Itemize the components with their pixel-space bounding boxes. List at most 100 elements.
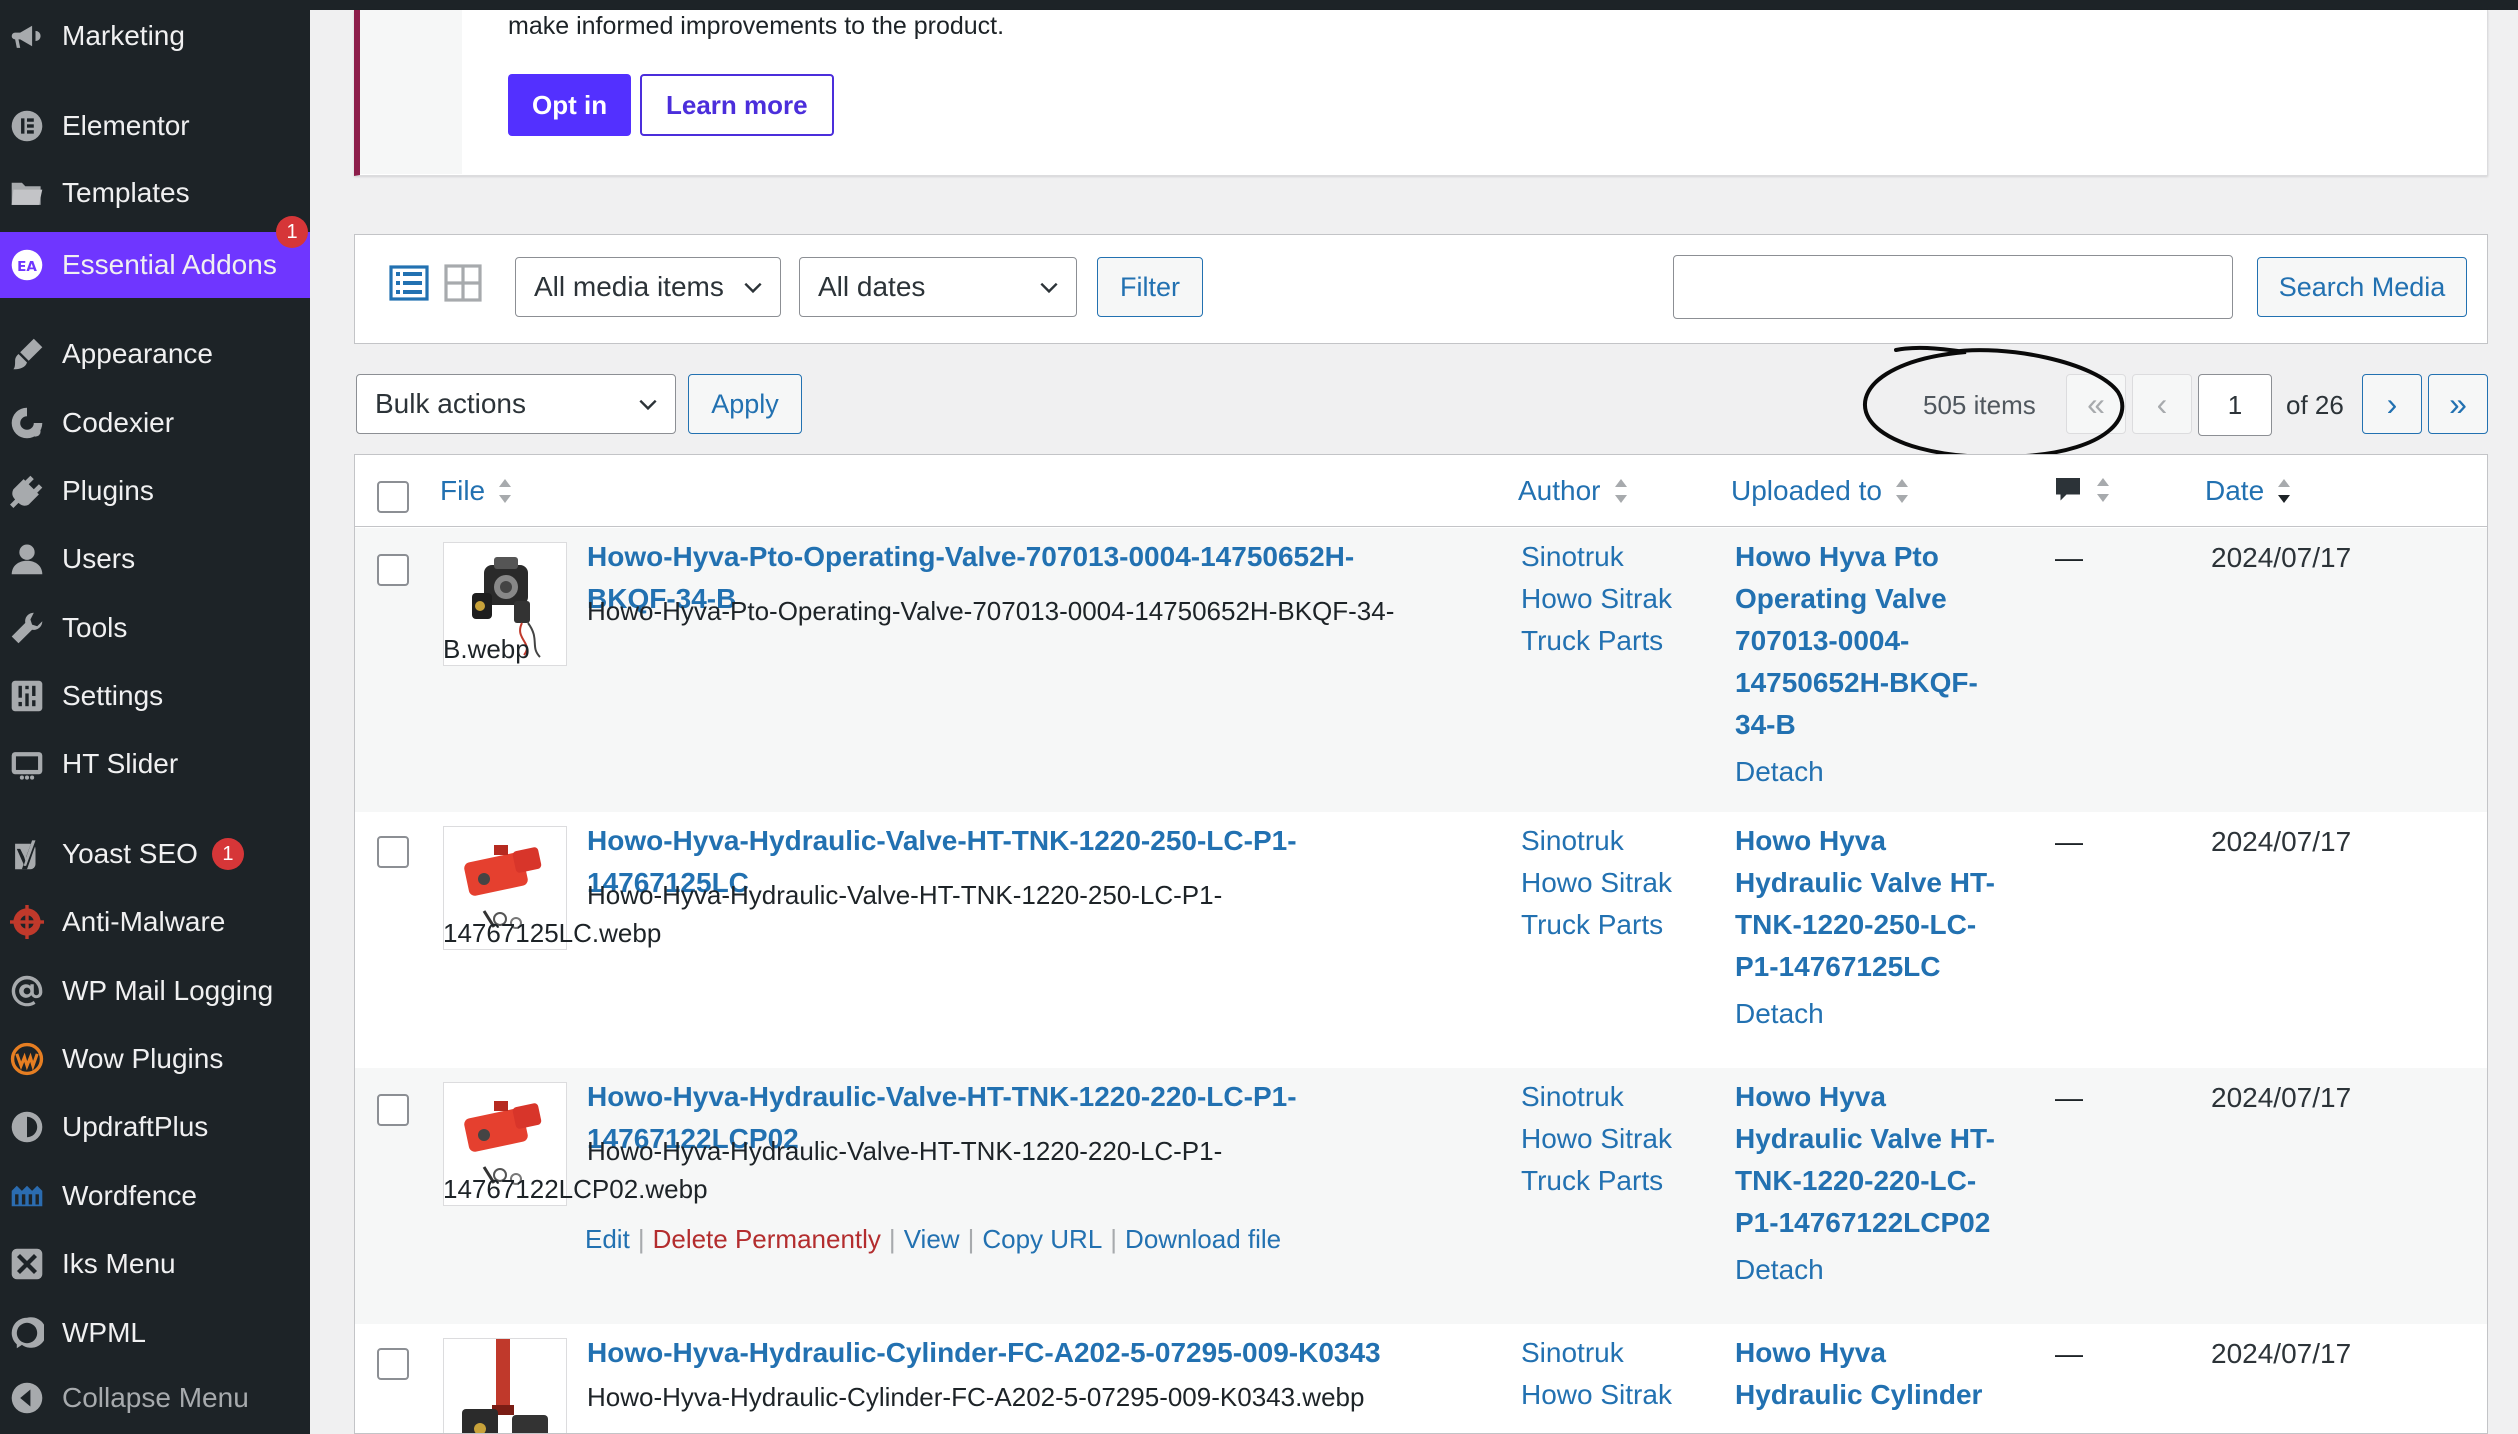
elementor-icon: [8, 107, 46, 145]
grid-view-icon[interactable]: [443, 263, 483, 303]
filename-line: Howo-Hyva-Hydraulic-Cylinder-FC-A202-5-0…: [587, 1382, 1365, 1412]
sidebar-item-ht-slider[interactable]: HT Slider: [0, 736, 310, 792]
sidebar-item-label: Appearance: [62, 338, 214, 369]
filename-line: Howo-Hyva-Hydraulic-Valve-HT-TNK-1220-22…: [587, 1136, 1223, 1166]
search-input[interactable]: [1673, 255, 2233, 319]
sidebar-item-label: Marketing: [62, 20, 185, 51]
table-row: Howo-Hyva-Hydraulic-Valve-HT-TNK-1220-25…: [355, 812, 2487, 1068]
row-checkbox[interactable]: [377, 1094, 409, 1126]
uploaded-line: 707013-0004-: [1735, 625, 1910, 656]
uploaded-to-link[interactable]: Howo Hyva Hydraulic Valve HT- TNK-1220-2…: [1735, 1076, 2015, 1244]
learn-more-button[interactable]: Learn more: [640, 74, 834, 136]
upload-date: 2024/07/17: [2211, 1338, 2352, 1369]
dates-select[interactable]: All dates: [799, 257, 1077, 317]
copy-url-link[interactable]: Copy URL: [982, 1224, 1102, 1255]
column-header-author[interactable]: Author: [1518, 475, 1631, 507]
apply-button[interactable]: Apply: [688, 374, 802, 434]
sidebar-item-essential-addons[interactable]: EA Essential Addons 1: [0, 216, 310, 298]
detach-link[interactable]: Detach: [1735, 1254, 1824, 1286]
sidebar-item-label: UpdraftPlus: [62, 1111, 209, 1142]
sidebar-item-label: Templates: [62, 177, 190, 208]
uploaded-line: 14750652H-BKQF-: [1735, 667, 1978, 698]
separator: |: [637, 1224, 645, 1254]
column-header-comments[interactable]: [2053, 475, 2113, 505]
chevron-down-icon: [744, 282, 762, 294]
sidebar-item-wpml[interactable]: WPML: [0, 1305, 310, 1361]
sidebar-item-anti-malware[interactable]: Anti-Malware: [0, 894, 310, 950]
delete-permanently-link[interactable]: Delete Permanently: [653, 1224, 881, 1255]
media-thumbnail[interactable]: [443, 1338, 567, 1433]
sidebar-item-appearance[interactable]: Appearance: [0, 326, 310, 382]
slider-icon: [8, 745, 46, 783]
sidebar-item-yoast-seo[interactable]: Yoast SEO 1: [0, 826, 310, 882]
select-all-checkbox[interactable]: [377, 481, 409, 513]
row-checkbox[interactable]: [377, 554, 409, 586]
column-header-date[interactable]: Date: [2205, 475, 2294, 507]
sidebar-item-tools[interactable]: Tools: [0, 600, 310, 656]
sidebar-item-templates[interactable]: Templates: [0, 165, 310, 221]
uploaded-to-link[interactable]: Howo Hyva Pto Operating Valve 707013-000…: [1735, 536, 2015, 746]
row-checkbox[interactable]: [377, 836, 409, 868]
sidebar-item-elementor[interactable]: Elementor: [0, 98, 310, 154]
uploaded-to-link[interactable]: Howo Hyva Hydraulic Valve HT- TNK-1220-2…: [1735, 820, 2015, 988]
table-row: Howo-Hyva-Pto-Operating-Valve-707013-000…: [355, 528, 2487, 812]
current-page-input[interactable]: 1: [2198, 374, 2272, 436]
author-line: Sinotruk: [1521, 1337, 1624, 1368]
filename-line: B.webp: [443, 634, 530, 664]
sidebar-item-users[interactable]: Users: [0, 531, 310, 587]
sidebar-item-wp-mail-logging[interactable]: WP Mail Logging: [0, 963, 310, 1019]
opt-in-button[interactable]: Opt in: [508, 74, 632, 136]
sidebar-item-settings[interactable]: Settings: [0, 668, 310, 724]
wpml-icon: [8, 1314, 46, 1352]
next-page-button[interactable]: ›: [2362, 374, 2422, 434]
separator: |: [1110, 1224, 1118, 1254]
search-media-button[interactable]: Search Media: [2257, 257, 2467, 317]
sidebar-item-wow-plugins[interactable]: Wow Plugins: [0, 1031, 310, 1087]
column-header-uploaded-to[interactable]: Uploaded to: [1731, 475, 1912, 507]
filter-button[interactable]: Filter: [1097, 257, 1203, 317]
author-link[interactable]: Sinotruk Howo Sitrak Truck Parts: [1521, 1076, 1672, 1202]
yoast-icon: [8, 835, 46, 873]
author-link[interactable]: Sinotruk Howo Sitrak Truck Parts: [1521, 820, 1672, 946]
megaphone-icon: [8, 17, 46, 55]
collapse-menu-button[interactable]: Collapse Menu: [0, 1370, 310, 1426]
dates-value: All dates: [818, 271, 926, 302]
row-checkbox[interactable]: [377, 1348, 409, 1380]
edit-link[interactable]: Edit: [585, 1224, 630, 1255]
media-title-link[interactable]: Howo-Hyva-Hydraulic-Cylinder-FC-A202-5-0…: [587, 1332, 1487, 1374]
media-filter-bar: All media items All dates Filter Search …: [354, 234, 2488, 344]
updraft-icon: [8, 1108, 46, 1146]
uploaded-to-link[interactable]: Howo Hyva Hydraulic Cylinder: [1735, 1332, 2015, 1416]
hand-drawn-circle-annotation: [1862, 345, 2125, 460]
sidebar-item-codexier[interactable]: Codexier: [0, 395, 310, 451]
author-link[interactable]: Sinotruk Howo Sitrak: [1521, 1332, 1672, 1416]
bulk-actions-select[interactable]: Bulk actions: [356, 374, 676, 434]
admin-sidebar: Marketing Elementor Templates EA Essenti…: [0, 0, 310, 1434]
media-type-select[interactable]: All media items: [515, 257, 781, 317]
comment-bubble-icon: [2056, 478, 2080, 501]
author-link[interactable]: Sinotruk Howo Sitrak Truck Parts: [1521, 536, 1672, 662]
uploaded-line: Howo Hyva: [1735, 825, 1886, 856]
detach-link[interactable]: Detach: [1735, 998, 1824, 1030]
uploaded-line: Hydraulic Valve HT-: [1735, 867, 1995, 898]
uploaded-line: Howo Hyva: [1735, 1337, 1886, 1368]
separator: |: [888, 1224, 896, 1254]
download-file-link[interactable]: Download file: [1125, 1224, 1281, 1255]
notification-badge: 1: [276, 216, 308, 248]
view-link[interactable]: View: [904, 1224, 960, 1255]
detach-link[interactable]: Detach: [1735, 756, 1824, 788]
shield-icon: [8, 903, 46, 941]
sidebar-item-plugins[interactable]: Plugins: [0, 463, 310, 519]
list-view-icon[interactable]: [389, 263, 429, 303]
chevron-down-icon: [639, 399, 657, 411]
sidebar-item-wordfence[interactable]: Wordfence: [0, 1168, 310, 1224]
upload-date: 2024/07/17: [2211, 542, 2352, 573]
sidebar-item-marketing[interactable]: Marketing: [0, 8, 310, 64]
last-page-button[interactable]: »: [2428, 374, 2488, 434]
chevron-down-icon: [1040, 282, 1058, 294]
sidebar-item-label: Plugins: [62, 475, 154, 506]
sidebar-item-updraftplus[interactable]: UpdraftPlus: [0, 1099, 310, 1155]
column-header-file[interactable]: File: [440, 475, 515, 507]
title-line: Howo-Hyva-Pto-Operating-Valve-707013-000…: [587, 541, 1355, 572]
sidebar-item-iks-menu[interactable]: Iks Menu: [0, 1236, 310, 1292]
